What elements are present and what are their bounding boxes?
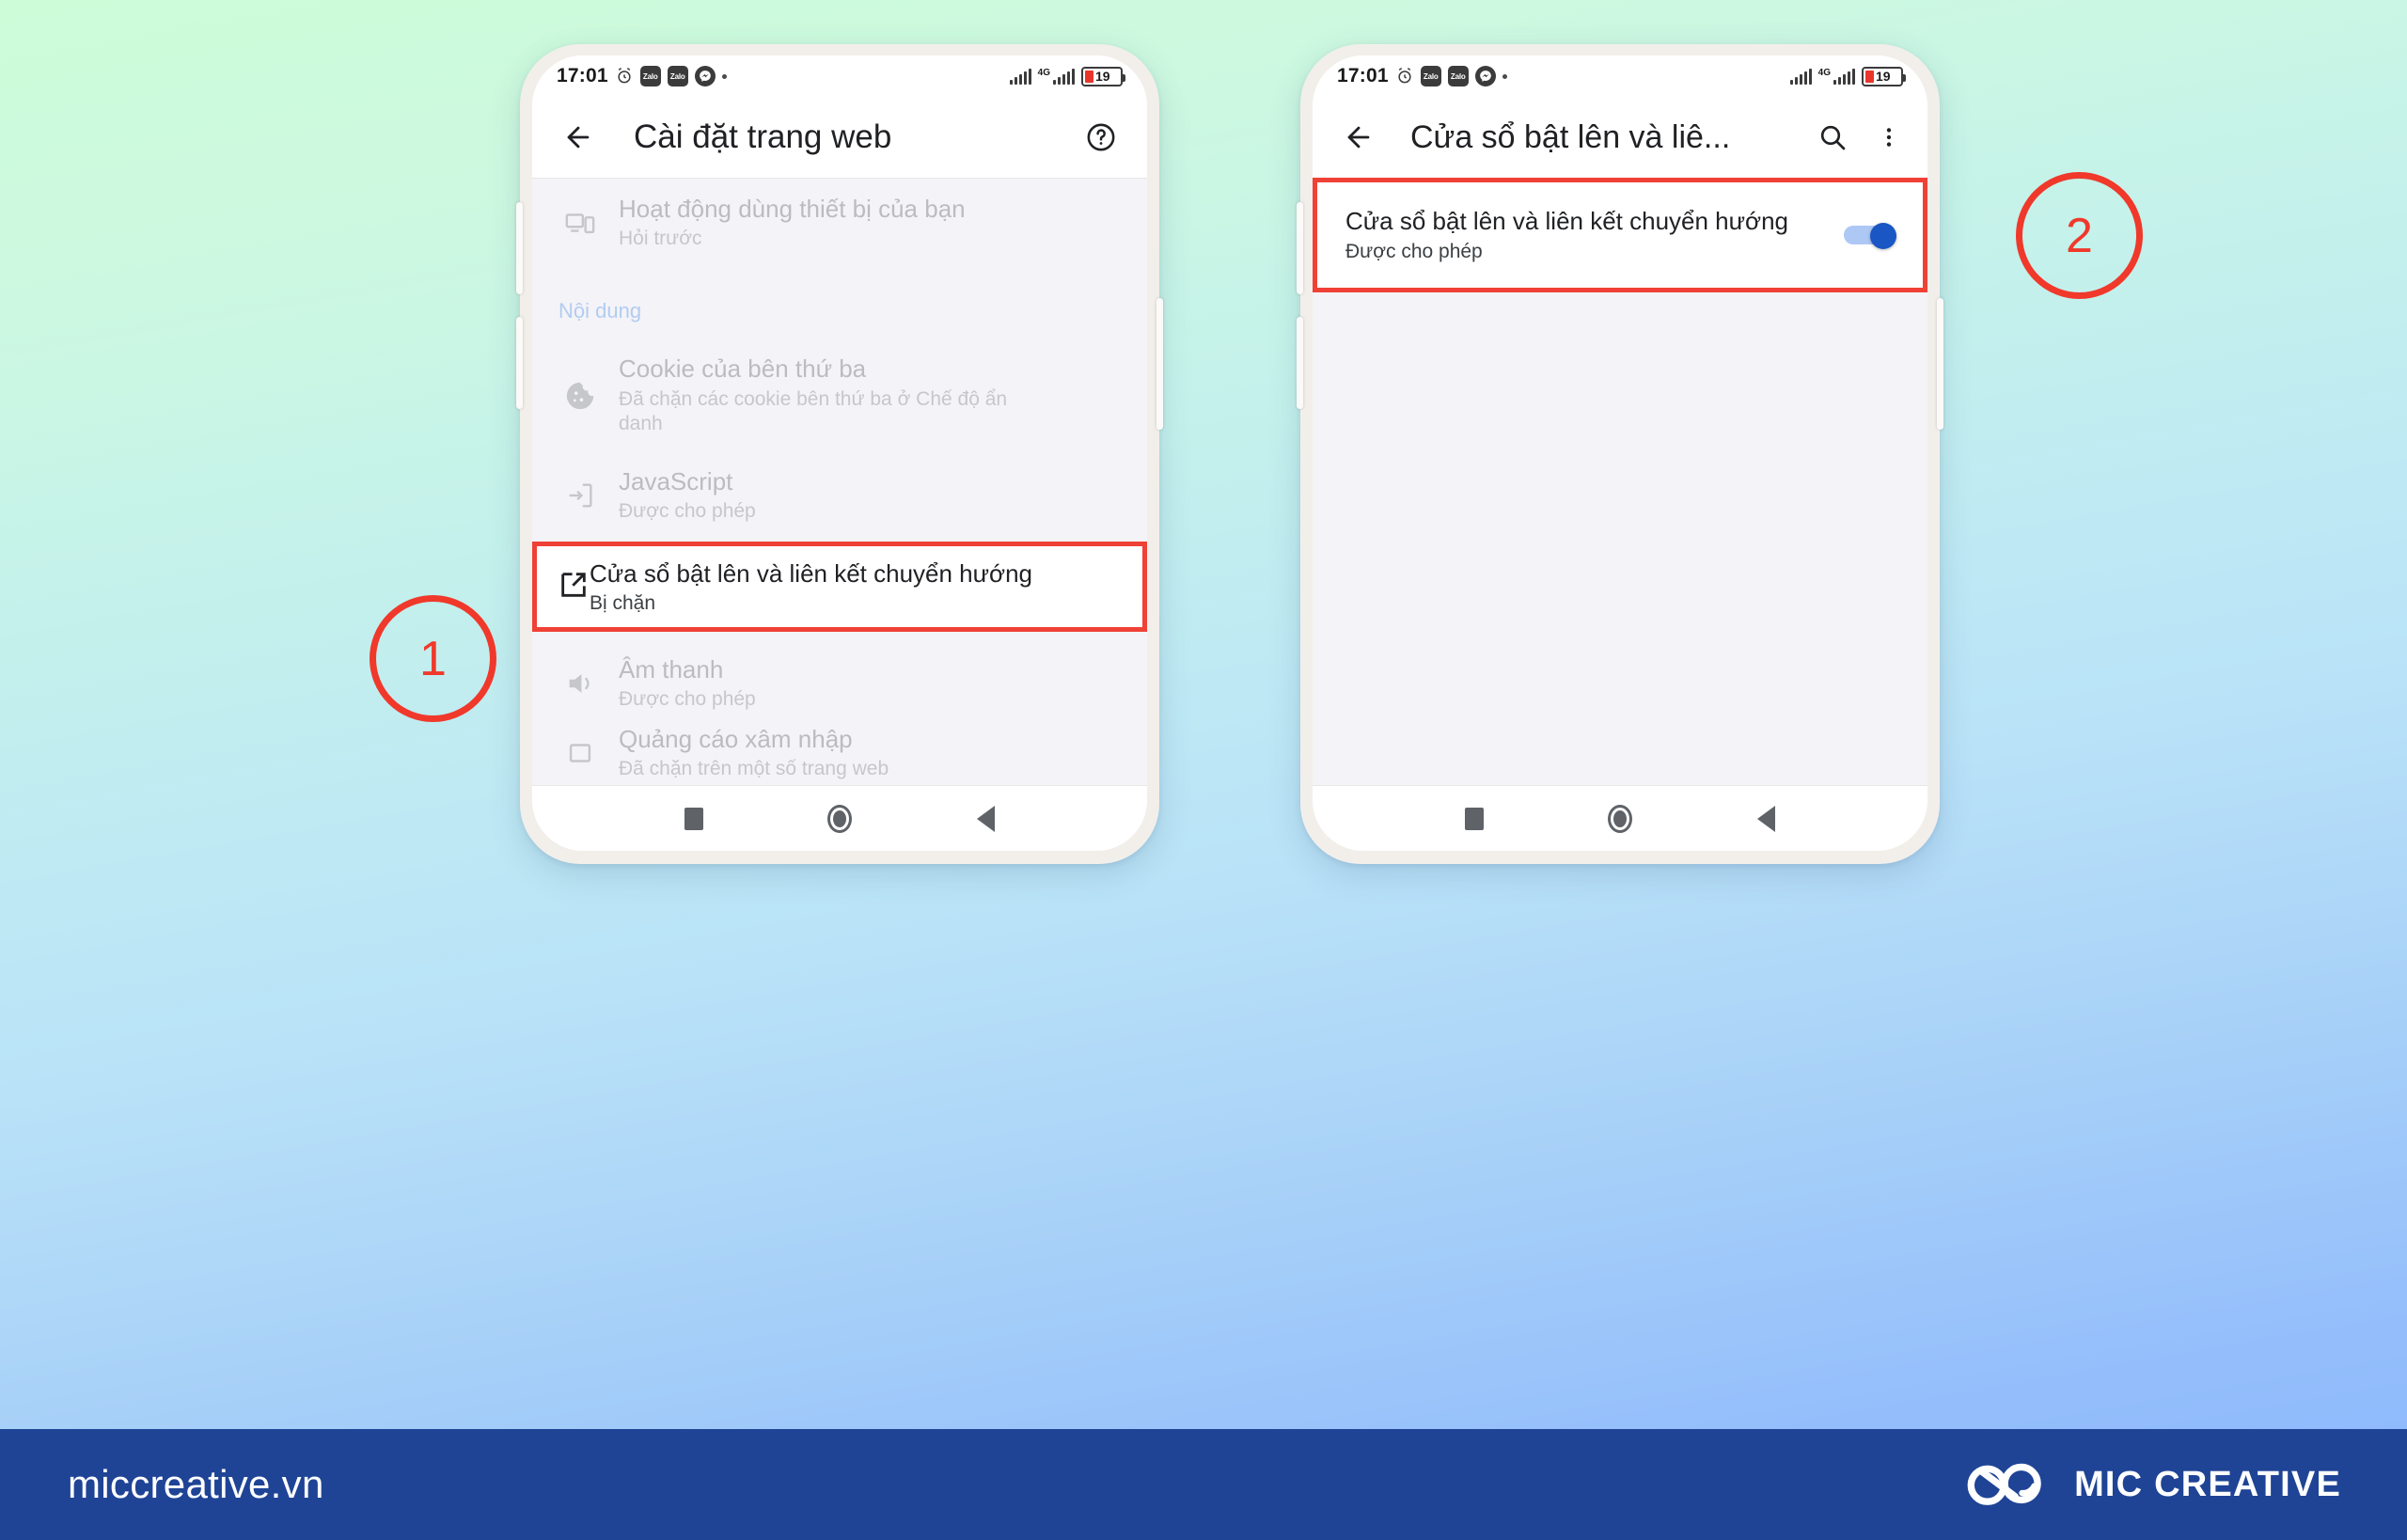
step-badge-2: 2 (2016, 172, 2143, 299)
list-item[interactable]: Hoạt động dùng thiết bị của bạn Hỏi trướ… (532, 188, 1147, 258)
page-title: Cài đặt trang web (634, 118, 892, 155)
footer-site-url: miccreative.vn (68, 1462, 324, 1506)
list-item-title: Cửa sổ bật lên và liên kết chuyển hướng (590, 558, 1033, 588)
infinity-loop-logo (1963, 1456, 2050, 1514)
volume-up-icon (553, 668, 607, 699)
list-item-subtitle: Được cho phép (619, 688, 756, 711)
search-icon[interactable] (1811, 116, 1854, 159)
zalo-icon: Zalo (639, 66, 661, 86)
back-triangle-icon[interactable] (1756, 805, 1775, 832)
list-item[interactable]: Quảng cáo xâm nhập Đã chặn trên một số t… (532, 718, 1147, 785)
volume-up-button[interactable] (516, 202, 523, 294)
power-button[interactable] (1156, 298, 1163, 430)
list-item-title: Âm thanh (619, 654, 724, 684)
alarm-icon (615, 67, 634, 86)
phone-1-screen: 17:01 Zalo Zalo 4G 19 Cài đặt trang web … (532, 55, 1147, 851)
status-bar-1: 17:01 Zalo Zalo 4G 19 (532, 55, 1147, 97)
battery-level: 19 (1876, 69, 1891, 84)
zalo-icon: Zalo (1447, 66, 1469, 86)
home-circle-icon[interactable] (827, 804, 853, 833)
dot-icon (721, 73, 727, 79)
phone-device-2: 17:01 Zalo Zalo 4G 19 Cửa sổ bật lên và … (1297, 44, 1943, 864)
messenger-icon (694, 66, 716, 86)
list-item-subtitle: Hỏi trước (619, 228, 702, 250)
volume-down-button[interactable] (1297, 317, 1303, 409)
volume-up-button[interactable] (1297, 202, 1303, 294)
phone-device-1: 17:01 Zalo Zalo 4G 19 Cài đặt trang web … (516, 44, 1163, 864)
signal-bars-icon (1009, 68, 1031, 85)
list-item-title: Cookie của bên thứ ba (619, 354, 867, 384)
alarm-icon (1395, 67, 1414, 86)
power-button[interactable] (1937, 298, 1943, 430)
app-bar-1: Cài đặt trang web (532, 97, 1147, 178)
settings-list-1: Hoạt động dùng thiết bị của bạn Hỏi trướ… (532, 179, 1147, 785)
dot-icon (1502, 73, 1507, 79)
recents-square-icon[interactable] (684, 807, 704, 830)
popups-redirects-toggle-row[interactable]: Cửa sổ bật lên và liên kết chuyển hướng … (1313, 178, 1927, 292)
list-item-popups-redirects-highlighted[interactable]: Cửa sổ bật lên và liên kết chuyển hướng … (532, 542, 1147, 632)
javascript-icon (553, 479, 607, 511)
more-vert-icon[interactable] (1875, 116, 1903, 159)
list-item[interactable]: Âm thanh Được cho phép (532, 649, 1147, 718)
home-circle-icon[interactable] (1608, 804, 1633, 833)
status-bar-2: 17:01 Zalo Zalo 4G 19 (1313, 55, 1927, 97)
toggle-row-title: Cửa sổ bật lên và liên kết chuyển hướng (1345, 206, 1789, 235)
list-item-subtitle: Đã chặn trên một số trang web (619, 758, 889, 780)
android-nav-bar-1 (532, 785, 1147, 851)
network-4g-icon: 4G (1818, 68, 1855, 85)
stage: 17:01 Zalo Zalo 4G 19 Cài đặt trang web … (0, 0, 2407, 1410)
battery-icon: 19 (1862, 66, 1906, 86)
zalo-icon: Zalo (1420, 66, 1441, 86)
toggle-row-subtitle: Được cho phép (1345, 241, 1483, 263)
open-in-new-icon (558, 569, 590, 605)
arrow-back-icon[interactable] (1337, 116, 1380, 159)
footer-bar: miccreative.vn MIC CREATIVE (0, 1429, 2407, 1540)
messenger-icon (1474, 66, 1496, 86)
list-item[interactable]: Cookie của bên thứ ba Đã chặn các cookie… (532, 353, 1147, 439)
list-item-title: JavaScript (619, 466, 733, 495)
phone-2-screen: 17:01 Zalo Zalo 4G 19 Cửa sổ bật lên và … (1313, 55, 1927, 851)
app-bar-2: Cửa sổ bật lên và liê... (1313, 97, 1927, 178)
list-item[interactable]: JavaScript Được cho phép (532, 461, 1147, 530)
section-header-content: Nội dung (558, 299, 642, 322)
popups-toggle-switch[interactable] (1844, 223, 1896, 249)
arrow-back-icon[interactable] (557, 116, 600, 159)
android-nav-bar-2 (1313, 785, 1927, 851)
status-time: 17:01 (1337, 65, 1389, 86)
page-title: Cửa sổ bật lên và liê... (1410, 118, 1731, 155)
help-circle-icon[interactable] (1079, 116, 1123, 159)
zalo-icon: Zalo (667, 66, 688, 86)
brand-name: MIC CREATIVE (2074, 1464, 2341, 1504)
signal-bars-icon (1789, 68, 1812, 85)
devices-icon (553, 207, 607, 239)
network-4g-icon: 4G (1038, 68, 1075, 85)
volume-down-button[interactable] (516, 317, 523, 409)
step-badge-1: 1 (370, 595, 496, 722)
list-item-subtitle: Được cho phép (619, 500, 756, 523)
settings-detail-2: Cửa sổ bật lên và liên kết chuyển hướng … (1313, 178, 1927, 785)
list-item-title: Hoạt động dùng thiết bị của bạn (619, 194, 966, 223)
cookie-icon (553, 380, 607, 412)
status-time: 17:01 (557, 65, 608, 86)
battery-icon: 19 (1081, 66, 1125, 86)
recents-square-icon[interactable] (1465, 807, 1485, 830)
brand-lockup: MIC CREATIVE (1963, 1456, 2341, 1514)
list-item-subtitle: Đã chặn các cookie bên thứ ba ở Chế độ ẩ… (619, 388, 1008, 435)
ads-icon (553, 737, 607, 769)
list-item-subtitle: Bị chặn (590, 591, 656, 614)
back-triangle-icon[interactable] (976, 805, 995, 832)
list-item-title: Quảng cáo xâm nhập (619, 724, 853, 753)
battery-level: 19 (1095, 69, 1110, 84)
